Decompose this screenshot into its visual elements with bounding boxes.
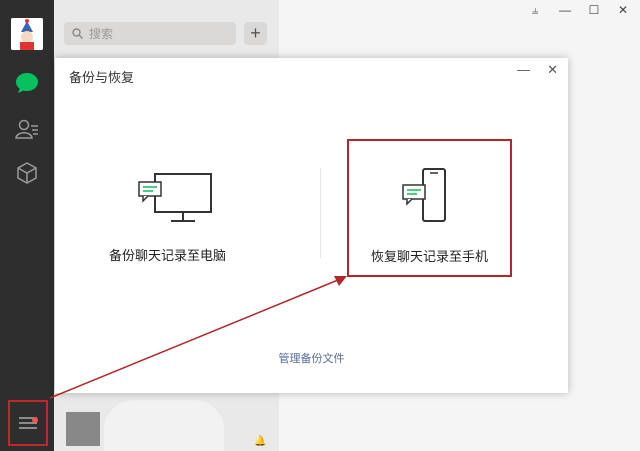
left-sidebar (0, 0, 54, 451)
phone-icon (402, 168, 446, 222)
restore-to-phone-option[interactable]: 恢复聊天记录至手机 (347, 139, 512, 277)
cube-icon[interactable] (14, 160, 40, 186)
menu-button[interactable] (8, 400, 48, 446)
contacts-icon[interactable] (14, 116, 40, 142)
maximize-button[interactable]: ☐ (584, 3, 604, 17)
list-item[interactable] (66, 412, 100, 446)
search-icon (72, 28, 83, 39)
dialog-close-button[interactable]: ✕ (547, 62, 558, 78)
close-button[interactable]: ✕ (613, 3, 633, 17)
dialog-minimize-button[interactable]: — (517, 62, 530, 77)
monitor-icon (138, 173, 212, 222)
divider (320, 168, 321, 258)
minimize-button[interactable]: — (555, 3, 575, 17)
avatar[interactable] (11, 18, 43, 50)
manage-backups-link[interactable]: 管理备份文件 (55, 350, 568, 366)
plus-icon: + (250, 23, 261, 43)
backup-to-pc-option[interactable]: 备份聊天记录至电脑 (85, 140, 250, 278)
backup-label: 备份聊天记录至电脑 (108, 248, 226, 263)
dialog-title: 备份与恢复 (69, 70, 135, 85)
add-button[interactable]: + (244, 22, 267, 45)
mute-icon: 🔔 (254, 436, 267, 447)
chat-icon[interactable] (14, 70, 40, 96)
notification-dot (32, 417, 38, 423)
backup-restore-dialog: 备份与恢复 — ✕ 备份聊天记录至电脑 恢复聊天记录至手机 管理备份文件 (55, 58, 568, 393)
search-input[interactable]: 搜索 (64, 22, 236, 45)
restore-label: 恢复聊天记录至手机 (370, 249, 488, 264)
pin-icon[interactable]: ⫨ (525, 3, 545, 18)
search-placeholder: 搜索 (89, 27, 114, 41)
blurred-area (104, 400, 224, 451)
